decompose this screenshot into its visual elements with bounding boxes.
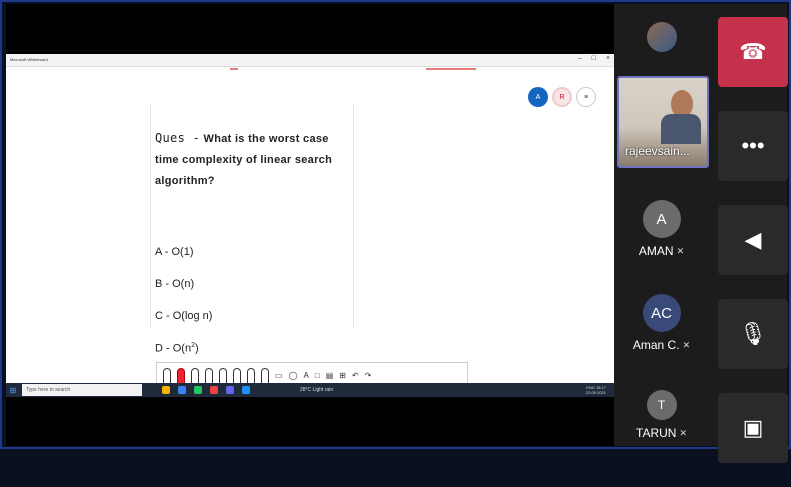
windows-start-icon[interactable]: ⊞ <box>6 383 20 397</box>
speaker-button[interactable]: ◀ <box>718 205 788 275</box>
question-prefix: Ques - <box>155 131 201 145</box>
undo-icon[interactable]: ↶ <box>352 371 359 380</box>
option-d: D - O(n2) <box>155 342 199 355</box>
participant-tile-tarun[interactable]: T TARUN ✕ <box>614 390 709 440</box>
speaker-icon: ◀ <box>744 227 762 252</box>
camera-button[interactable]: ▣ <box>718 393 788 463</box>
avatar <box>646 22 677 52</box>
maximize-button[interactable]: □ <box>592 55 596 62</box>
mic-button[interactable]: 🎙 <box>718 299 788 369</box>
lasso-icon[interactable]: ◯ <box>289 371 298 380</box>
whiteboard-app-icon[interactable] <box>242 386 250 394</box>
phone-icon: ☎ <box>739 39 767 64</box>
ruler-icon[interactable]: ▭ <box>275 371 283 380</box>
menu-icon[interactable]: ≡ <box>576 87 596 107</box>
chrome-icon[interactable] <box>194 386 202 394</box>
participant-name: Aman C. <box>632 338 680 352</box>
pen-tool[interactable] <box>163 368 171 384</box>
option-c: C - O(log n) <box>155 310 213 322</box>
mic-off-icon: 🎙 <box>739 321 767 346</box>
ink-mark <box>426 68 476 70</box>
pen-tool[interactable] <box>191 368 199 384</box>
video-body <box>661 114 701 144</box>
mic-off-icon: ✕ <box>679 427 687 438</box>
pen-tool-red[interactable] <box>177 368 185 384</box>
highlighter-tool[interactable] <box>247 368 255 384</box>
eraser-tool[interactable] <box>261 368 269 384</box>
more-options-button[interactable]: ••• <box>718 111 788 181</box>
pen-tool[interactable] <box>205 368 213 384</box>
participant-tile-aman[interactable]: A AMAN ✕ <box>614 200 709 258</box>
call-controls: ☎ ••• ◀ 🎙 ▣ <box>718 17 788 487</box>
presence-avatar-a[interactable]: A <box>528 87 548 107</box>
participant-name: rajeevsain... <box>625 144 690 158</box>
pen-toolbar: ▭ ◯ A □ ▤ ⊞ ↶ ↷ <box>156 362 468 384</box>
edge-icon[interactable] <box>178 386 186 394</box>
insert-icon[interactable]: ⊞ <box>339 371 346 380</box>
mic-off-icon: ✕ <box>676 245 685 256</box>
hang-up-button[interactable]: ☎ <box>718 17 788 87</box>
taskbar-search-input[interactable]: Type here to search <box>22 384 142 396</box>
system-tray[interactable]: ENG 18:17 22-09-2021 <box>586 385 606 395</box>
redo-icon[interactable]: ↷ <box>365 371 372 380</box>
participant-name: AMAN <box>638 244 674 258</box>
avatar: AC <box>642 294 681 332</box>
avatar: T <box>646 390 677 420</box>
minimize-button[interactable]: – <box>578 55 582 62</box>
file-explorer-icon[interactable] <box>162 386 170 394</box>
mic-off-icon: ✕ <box>682 339 691 350</box>
image-icon[interactable]: ▤ <box>326 371 334 380</box>
question-card[interactable]: Ques - What is the worst case time compl… <box>150 104 354 355</box>
teams-participant-rail: rajeevsain... A AMAN ✕ AC Aman C. ✕ T TARU… <box>614 4 788 463</box>
window-titlebar: Microsoft Whiteboard – □ × <box>6 54 614 67</box>
whiteboard-window: Microsoft Whiteboard – □ × A R ≡ Ques - … <box>6 54 614 383</box>
ink-mark <box>230 68 238 70</box>
close-button[interactable]: × <box>606 55 610 62</box>
camera-off-icon: ▣ <box>742 415 764 440</box>
option-a: A - O(1) <box>155 246 194 258</box>
presence-avatar-r[interactable]: R <box>552 87 572 107</box>
pen-tool[interactable] <box>219 368 227 384</box>
pen-tool[interactable] <box>233 368 241 384</box>
window-title: Microsoft Whiteboard <box>10 57 48 62</box>
app-icon[interactable] <box>210 386 218 394</box>
question-text: Ques - What is the worst case time compl… <box>155 128 349 192</box>
weather-widget[interactable]: 28°C Light rain <box>300 387 333 393</box>
windows-taskbar: ⊞ Type here to search 28°C Light rain EN… <box>6 383 614 397</box>
more-icon: ••• <box>741 133 765 158</box>
participant-name: TARUN <box>636 426 677 440</box>
participant-tile-aman-c[interactable]: AC Aman C. ✕ <box>614 294 709 352</box>
teams-icon[interactable] <box>226 386 234 394</box>
note-icon[interactable]: □ <box>315 371 320 380</box>
participant-avatar-top <box>614 22 709 52</box>
option-b: B - O(n) <box>155 278 195 290</box>
avatar: A <box>642 200 681 238</box>
participant-video-tile[interactable]: rajeevsain... <box>617 76 709 168</box>
text-icon[interactable]: A <box>304 371 309 380</box>
